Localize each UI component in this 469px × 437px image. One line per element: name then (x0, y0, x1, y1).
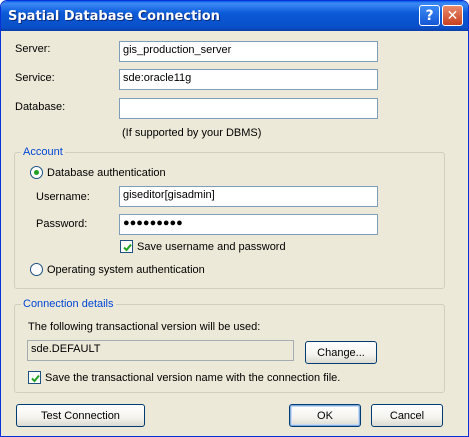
checkmark-icon (123, 243, 132, 252)
connection-details-legend: Connection details (21, 298, 116, 310)
database-auth-label[interactable]: Database authentication (47, 167, 166, 179)
window-title: Spatial Database Connection (8, 9, 220, 24)
database-input[interactable] (119, 98, 378, 119)
dialog-window: Spatial Database Connection ? ✕ Server: … (0, 0, 469, 437)
server-input[interactable]: gis_production_server (119, 41, 378, 62)
save-credentials-checkbox[interactable] (120, 240, 133, 253)
close-button[interactable]: ✕ (442, 5, 463, 26)
cancel-button[interactable]: Cancel (371, 404, 443, 427)
service-label: Service: (15, 72, 55, 84)
username-input[interactable]: giseditor[gisadmin] (119, 186, 378, 207)
save-credentials-label[interactable]: Save username and password (137, 241, 286, 253)
help-icon: ? (425, 7, 434, 24)
title-bar[interactable]: Spatial Database Connection ? ✕ (1, 1, 468, 31)
os-auth-radio[interactable] (30, 263, 43, 276)
username-label: Username: (36, 191, 90, 203)
account-legend: Account (21, 146, 65, 158)
os-auth-label[interactable]: Operating system authentication (47, 264, 205, 276)
test-connection-button[interactable]: Test Connection (16, 404, 145, 427)
ok-button[interactable]: OK (289, 404, 361, 427)
password-input[interactable]: ●●●●●●●●● (119, 214, 378, 235)
close-icon: ✕ (446, 7, 459, 24)
checkmark-icon (31, 374, 40, 383)
server-label: Server: (15, 43, 51, 55)
database-hint: (If supported by your DBMS) (122, 127, 262, 139)
version-field: sde.DEFAULT (27, 340, 294, 361)
service-input[interactable]: sde:oracle11g (119, 69, 378, 90)
database-auth-radio[interactable] (30, 166, 43, 179)
help-button[interactable]: ? (419, 5, 440, 26)
save-version-checkbox[interactable] (28, 371, 41, 384)
password-label: Password: (36, 218, 88, 230)
change-version-button[interactable]: Change... (305, 341, 377, 364)
save-version-label[interactable]: Save the transactional version name with… (45, 372, 340, 384)
database-label: Database: (15, 101, 66, 113)
version-description: The following transactional version will… (28, 321, 261, 333)
